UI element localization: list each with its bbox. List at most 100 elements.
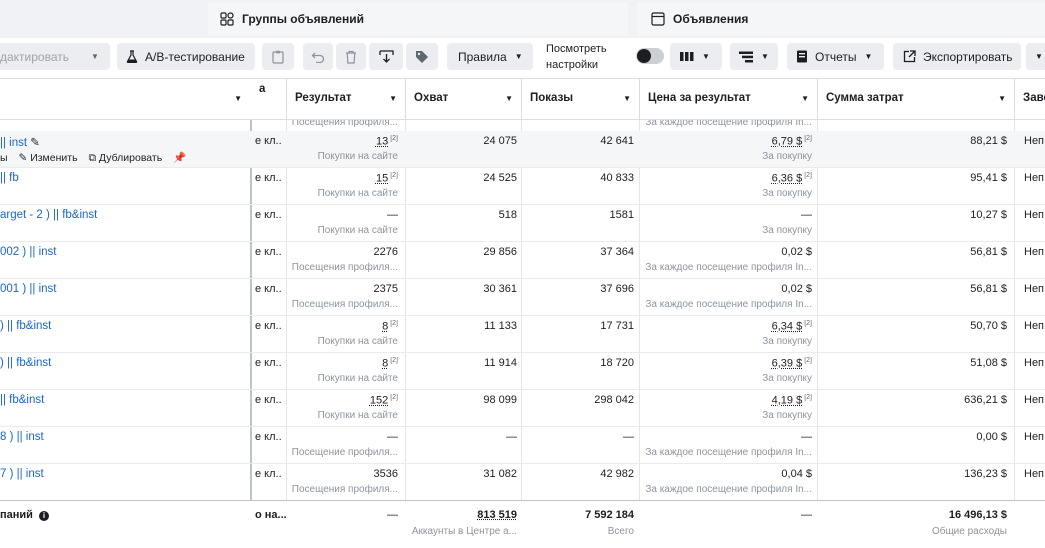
- spent-cell: 0,00 $: [820, 431, 1007, 443]
- header-delivery[interactable]: Заве: [1014, 79, 1045, 120]
- charts-action[interactable]: ы: [0, 152, 8, 164]
- result-sub: Посещения профиля...: [290, 262, 398, 273]
- impressions-cell: 40 833: [523, 172, 634, 184]
- table-row[interactable]: 001 ) || inst е кл... 2375 Посещения про…: [0, 279, 1045, 316]
- cost-cell: 6,39 $ [2]: [641, 357, 812, 370]
- duplicate-action[interactable]: ⧉ Дублировать: [88, 152, 162, 164]
- export-label: Экспортировать: [923, 50, 1013, 64]
- view-settings-line2: настройки: [546, 57, 626, 73]
- rules-button[interactable]: Правила ▼: [447, 43, 533, 70]
- pin-icon[interactable]: 📌: [173, 152, 186, 164]
- trash-icon: [345, 50, 357, 64]
- cost-sub: За покупку: [641, 410, 812, 421]
- chevron-down-icon: ▼: [389, 94, 397, 103]
- chevron-down-icon: ▼: [761, 52, 769, 61]
- table-row[interactable]: ) || fb&inst е кл... 8[2] Покупки на сай…: [0, 353, 1045, 390]
- header-reach[interactable]: Охват ▼: [405, 79, 521, 120]
- result-sub: Покупки на сайте: [290, 336, 398, 347]
- delivery-cell: Неп: [1024, 320, 1045, 332]
- reach-cell: 11 914: [407, 357, 517, 369]
- publish-button[interactable]: [369, 43, 403, 70]
- bid-cell: е кл...: [255, 431, 281, 443]
- totals-spent: 16 496,13 $: [820, 509, 1007, 521]
- campaign-name-link[interactable]: ) || fb&inst: [0, 357, 248, 369]
- campaign-name-link[interactable]: 002 ) || inst: [0, 246, 248, 258]
- tags-button[interactable]: [406, 43, 438, 70]
- info-icon[interactable]: i: [39, 511, 49, 521]
- header-cost-per-result[interactable]: Цена за результат ▼: [639, 79, 817, 120]
- reach-cell: 29 856: [407, 246, 517, 258]
- reach-cell: 30 361: [407, 283, 517, 295]
- download-tray-icon: [379, 50, 394, 63]
- delivery-cell: Неп: [1024, 394, 1045, 406]
- edit-button-label: дактировать: [0, 50, 69, 64]
- tab-ads-label: Объявления: [673, 12, 748, 26]
- undo-button[interactable]: [303, 43, 333, 70]
- bid-cell: е кл...: [255, 172, 281, 184]
- campaign-name-link[interactable]: arget - 2 ) || fb&inst: [0, 209, 248, 221]
- header-amount-spent[interactable]: Сумма затрат ▼: [817, 79, 1014, 120]
- tab-ads[interactable]: Объявления: [637, 2, 1045, 36]
- result-cell: 8 [2]: [290, 357, 398, 370]
- grid-icon: [220, 12, 234, 26]
- copy-button[interactable]: [262, 43, 294, 70]
- header-bid-strategy[interactable]: а: [251, 79, 286, 120]
- tab-ad-sets[interactable]: Группы объявлений: [208, 2, 628, 36]
- ab-test-button[interactable]: A/B-тестирование: [117, 43, 255, 70]
- table-row[interactable]: 8 ) || inst е кл... — Посещение профиля.…: [0, 427, 1045, 464]
- columns-icon: [680, 51, 694, 62]
- header-impressions[interactable]: Показы ▼: [521, 79, 639, 120]
- view-settings-toggle[interactable]: [636, 48, 664, 64]
- campaign-name-link[interactable]: ) || fb&inst: [0, 320, 248, 332]
- cost-value: 6,34 $: [772, 321, 803, 333]
- campaign-name-link[interactable]: || fb: [0, 172, 248, 184]
- delivery-cell: Неп: [1024, 209, 1045, 221]
- header-result[interactable]: Результат ▼: [286, 79, 405, 120]
- export-button[interactable]: Экспортировать: [893, 43, 1021, 70]
- table-row[interactable]: arget - 2 ) || fb&inst е кл... — Покупки…: [0, 205, 1045, 242]
- table-row[interactable]: 002 ) || inst е кл... 2276 Посещения про…: [0, 242, 1045, 279]
- chevron-down-icon: ▼: [234, 94, 242, 103]
- edit-action[interactable]: ✎ Изменить: [18, 152, 77, 164]
- campaign-name-link[interactable]: || fb&inst: [0, 394, 248, 406]
- columns-button[interactable]: ▼: [670, 43, 722, 70]
- cost-sub: За каждое посещение профиля In...: [641, 120, 812, 128]
- cost-sub: За покупку: [641, 336, 812, 347]
- pencil-icon[interactable]: ✎: [30, 137, 40, 149]
- result-cell: —: [290, 209, 398, 221]
- breakdown-button[interactable]: ▼: [730, 43, 778, 70]
- ad-window-icon: [651, 12, 665, 26]
- chevron-down-icon: ▼: [623, 94, 631, 103]
- flask-icon: [126, 50, 138, 63]
- totals-label-text: паний: [0, 509, 33, 521]
- campaign-name-link[interactable]: 001 ) || inst: [0, 283, 248, 295]
- reach-cell: 24 075: [407, 135, 517, 147]
- table-row[interactable]: || fb&inst е кл... 152[2] Покупки на сай…: [0, 390, 1045, 427]
- totals-bid: о на...: [255, 509, 287, 521]
- table-row[interactable]: 7 ) || inst е кл... 3536 Посещения профи…: [0, 464, 1045, 501]
- campaign-name-link[interactable]: 7 ) || inst: [0, 468, 248, 480]
- campaign-name-link[interactable]: || inst ✎: [0, 135, 248, 149]
- chevron-down-icon: ▼: [1035, 52, 1043, 61]
- cost-cell: —: [641, 209, 812, 221]
- table-row[interactable]: || fb е кл... 15[2] Покупки на сайте 24 …: [0, 168, 1045, 205]
- more-dropdown-button[interactable]: ▼: [1026, 43, 1045, 70]
- cost-cell: 6,36 $ [2]: [641, 172, 812, 185]
- edit-dropdown-button[interactable]: ▼: [80, 43, 110, 70]
- table-row[interactable]: || inst ✎ ы ✎ Изменить ⧉ Дублировать 📌 е…: [0, 131, 1045, 168]
- campaign-name-link[interactable]: 8 ) || inst: [0, 431, 248, 443]
- row-actions: ы ✎ Изменить ⧉ Дублировать 📌: [0, 151, 186, 165]
- result-cell: —: [290, 431, 398, 443]
- cost-cell: 0,02 $: [641, 246, 812, 258]
- chevron-down-icon: ▼: [801, 94, 809, 103]
- result-cell: 8 [2]: [290, 320, 398, 333]
- table-row[interactable]: ) || fb&inst е кл... 8[2] Покупки на сай…: [0, 316, 1045, 353]
- rules-label: Правила: [458, 50, 507, 64]
- result-cell: 152 [2]: [290, 394, 398, 407]
- delete-button[interactable]: [336, 43, 366, 70]
- totals-impressions: 7 592 184: [523, 509, 634, 521]
- header-name[interactable]: ▼: [0, 79, 250, 120]
- totals-reach-sub: Аккаунты в Центре а...: [407, 526, 517, 537]
- totals-spent-sub: Общие расходы: [820, 526, 1007, 537]
- reports-button[interactable]: Отчеты ▼: [787, 43, 884, 70]
